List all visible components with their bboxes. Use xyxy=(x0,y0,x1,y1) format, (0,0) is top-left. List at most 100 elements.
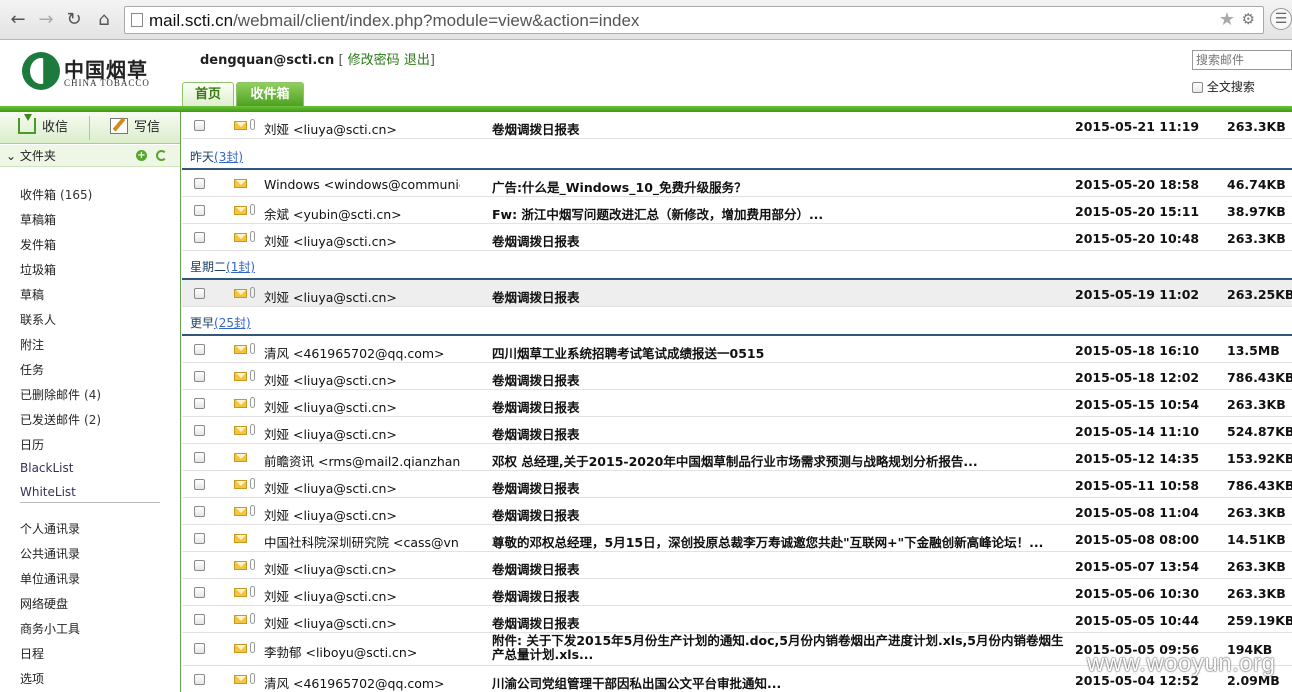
mail-sender[interactable]: 前瞻资讯 <rms@mail2.qianzhan. xyxy=(264,451,460,470)
folder-item[interactable]: 联系人 xyxy=(20,311,60,328)
tool-item[interactable]: 个人通讯录 xyxy=(20,520,80,537)
mail-row[interactable]: 刘娅 <liuya@scti.cn> 卷烟调拨日报表 2015-05-11 10:5… xyxy=(182,471,1292,498)
bookmark-star-icon[interactable]: ★ xyxy=(1219,9,1235,30)
folder-item[interactable]: 垃圾箱 xyxy=(20,261,60,278)
address-bar[interactable]: mail.scti.cn/webmail/client/index.php?mo… xyxy=(124,6,1264,34)
fulltext-checkbox[interactable] xyxy=(1192,82,1203,93)
mail-subject[interactable]: 卷烟调拨日报表 xyxy=(492,370,1062,389)
tab-inbox[interactable]: 收件箱 xyxy=(236,82,304,106)
folder-item[interactable]: 日历 xyxy=(20,436,48,453)
mail-subject[interactable]: 卷烟调拨日报表 xyxy=(492,586,1062,605)
mail-sender[interactable]: 刘娅 <liuya@scti.cn> xyxy=(264,424,460,443)
mail-sender[interactable]: Windows <windows@communic xyxy=(264,177,460,192)
mail-sender[interactable]: 刘娅 <liuya@scti.cn> xyxy=(264,586,460,605)
mail-row[interactable]: 刘娅 <liuya@scti.cn> 卷烟调拨日报表 2015-05-21 11:1… xyxy=(182,112,1292,139)
mail-checkbox[interactable] xyxy=(194,533,205,544)
mail-sender[interactable]: 刘娅 <liuya@scti.cn> xyxy=(264,559,460,578)
receive-button[interactable]: 收信 xyxy=(18,114,68,139)
folder-item[interactable]: 发件箱 xyxy=(20,236,60,253)
mail-sender[interactable]: 刘娅 <liuya@scti.cn> xyxy=(264,119,460,138)
mail-subject[interactable]: 卷烟调拨日报表 xyxy=(492,613,1062,632)
mail-checkbox[interactable] xyxy=(194,643,205,654)
mail-row[interactable]: 余斌 <yubin@scti.cn> Fw: 浙江中烟写问题改进汇总（新修改，增加… xyxy=(182,197,1292,224)
back-arrow-icon[interactable]: ← xyxy=(6,8,30,32)
mail-subject[interactable]: 四川烟草工业系统招聘考试笔试成绩报送一0515 xyxy=(492,343,1062,362)
mail-checkbox[interactable] xyxy=(194,398,205,409)
mail-sender[interactable]: 刘娅 <liuya@scti.cn> xyxy=(264,613,460,632)
mail-row[interactable]: 刘娅 <liuya@scti.cn> 卷烟调拨日报表 2015-05-14 11:1… xyxy=(182,417,1292,444)
tab-home[interactable]: 首页 xyxy=(182,82,234,106)
change-password-link[interactable]: 修改密码 xyxy=(348,53,400,68)
tool-item[interactable]: 日程 xyxy=(20,645,44,662)
mail-checkbox[interactable] xyxy=(194,560,205,571)
folder-item[interactable]: 已发送邮件 (2) xyxy=(20,411,101,428)
add-folder-icon[interactable]: + xyxy=(136,150,147,161)
folder-item[interactable]: 已删除邮件 (4) xyxy=(20,386,101,403)
mail-checkbox[interactable] xyxy=(194,506,205,517)
tool-item[interactable]: 网络硬盘 xyxy=(20,595,68,612)
mail-checkbox[interactable] xyxy=(194,587,205,598)
mail-checkbox[interactable] xyxy=(194,674,205,685)
mail-row[interactable]: 刘娅 <liuya@scti.cn> 卷烟调拨日报表 2015-05-08 11:0… xyxy=(182,498,1292,525)
group-count-link[interactable]: (1封) xyxy=(226,260,255,274)
mail-checkbox[interactable] xyxy=(194,479,205,490)
search-input[interactable] xyxy=(1192,50,1292,70)
mail-row[interactable]: 刘娅 <liuya@scti.cn> 卷烟调拨日报表 2015-05-20 10:4… xyxy=(182,224,1292,251)
folder-item[interactable]: 收件箱 (165) xyxy=(20,186,92,203)
mail-row[interactable]: 刘娅 <liuya@scti.cn> 卷烟调拨日报表 2015-05-05 10:4… xyxy=(182,606,1292,633)
mail-checkbox[interactable] xyxy=(194,205,205,216)
mail-subject[interactable]: 卷烟调拨日报表 xyxy=(492,287,1062,306)
mail-row[interactable]: 清风 <461965702@qq.com> 四川烟草工业系统招聘考试笔试成绩报送一… xyxy=(182,336,1292,363)
mail-checkbox[interactable] xyxy=(194,614,205,625)
mail-sender[interactable]: 刘娅 <liuya@scti.cn> xyxy=(264,231,460,250)
mail-checkbox[interactable] xyxy=(194,344,205,355)
folder-item[interactable]: 任务 xyxy=(20,361,48,378)
mail-subject[interactable]: 邓权 总经理,关于2015-2020年中国烟草制品行业市场需求预测与战略规划分析… xyxy=(492,451,1062,470)
extension-icon[interactable]: ⚙ xyxy=(1242,10,1255,28)
mail-row[interactable]: 刘娅 <liuya@scti.cn> 卷烟调拨日报表 2015-05-19 11:0… xyxy=(182,280,1292,307)
mail-row[interactable]: 中国社科院深圳研究院 <cass@vn 尊敬的邓权总经理，5月15日，深创投原总裁… xyxy=(182,525,1292,552)
tool-item[interactable]: 选项 xyxy=(20,670,44,687)
mail-subject[interactable]: Fw: 浙江中烟写问题改进汇总（新修改，增加费用部分）... xyxy=(492,204,1062,223)
folder-item[interactable]: WhiteList xyxy=(20,485,80,499)
mail-subject[interactable]: 卷烟调拨日报表 xyxy=(492,231,1062,250)
folder-header[interactable]: ⌄ 文件夹 + xyxy=(0,145,180,167)
mail-sender[interactable]: 李勃郁 <liboyu@scti.cn> xyxy=(264,642,460,661)
mail-sender[interactable]: 刘娅 <liuya@scti.cn> xyxy=(264,397,460,416)
folder-item[interactable]: 附注 xyxy=(20,336,48,353)
mail-sender[interactable]: 刘娅 <liuya@scti.cn> xyxy=(264,370,460,389)
mail-subject[interactable]: 卷烟调拨日报表 xyxy=(492,478,1062,497)
mail-subject[interactable]: 卷烟调拨日报表 xyxy=(492,397,1062,416)
mail-sender[interactable]: 刘娅 <liuya@scti.cn> xyxy=(264,478,460,497)
home-icon[interactable]: ⌂ xyxy=(92,8,116,32)
mail-subject[interactable]: 广告:什么是_Windows_10_免费升级服务？ xyxy=(492,177,1062,196)
browser-menu-icon[interactable]: ☰ xyxy=(1270,8,1292,30)
mail-subject[interactable]: 卷烟调拨日报表 xyxy=(492,424,1062,443)
group-count-link[interactable]: (25封) xyxy=(214,316,251,330)
mail-subject[interactable]: 卷烟调拨日报表 xyxy=(492,119,1062,138)
mail-subject[interactable]: 附件: 关于下发2015年5月份生产计划的通知.doc,5月份内销卷烟出产进度计… xyxy=(492,634,1067,662)
refresh-icon[interactable] xyxy=(156,150,167,161)
mail-checkbox[interactable] xyxy=(194,425,205,436)
tool-item[interactable]: 公共通讯录 xyxy=(20,545,80,562)
mail-sender[interactable]: 清风 <461965702@qq.com> xyxy=(264,673,460,692)
folder-item[interactable]: BlackList xyxy=(20,461,77,475)
mail-row[interactable]: 刘娅 <liuya@scti.cn> 卷烟调拨日报表 2015-05-06 10:3… xyxy=(182,579,1292,606)
mail-row[interactable]: 前瞻资讯 <rms@mail2.qianzhan. 邓权 总经理,关于2015-2… xyxy=(182,444,1292,471)
mail-sender[interactable]: 刘娅 <liuya@scti.cn> xyxy=(264,505,460,524)
mail-subject[interactable]: 卷烟调拨日报表 xyxy=(492,505,1062,524)
url-text[interactable]: mail.scti.cn/webmail/client/index.php?mo… xyxy=(149,11,639,31)
tool-item[interactable]: 单位通讯录 xyxy=(20,570,80,587)
mail-checkbox[interactable] xyxy=(194,178,205,189)
tool-item[interactable]: 商务小工具 xyxy=(20,620,80,637)
mail-subject[interactable]: 尊敬的邓权总经理，5月15日，深创投原总裁李万寿诚邀您共赴"互联网+"下金融创新… xyxy=(492,532,1062,551)
mail-checkbox[interactable] xyxy=(194,371,205,382)
mail-row[interactable]: 刘娅 <liuya@scti.cn> 卷烟调拨日报表 2015-05-15 10:5… xyxy=(182,390,1292,417)
folder-item[interactable]: 草稿箱 xyxy=(20,211,60,228)
mail-sender[interactable]: 清风 <461965702@qq.com> xyxy=(264,343,460,362)
forward-arrow-icon[interactable]: → xyxy=(34,8,58,32)
mail-subject[interactable]: 川渝公司党组管理干部因私出国公文平台审批通知... xyxy=(492,673,1062,692)
write-button[interactable]: 写信 xyxy=(110,117,160,139)
mail-sender[interactable]: 中国社科院深圳研究院 <cass@vn xyxy=(264,532,460,551)
mail-checkbox[interactable] xyxy=(194,120,205,131)
